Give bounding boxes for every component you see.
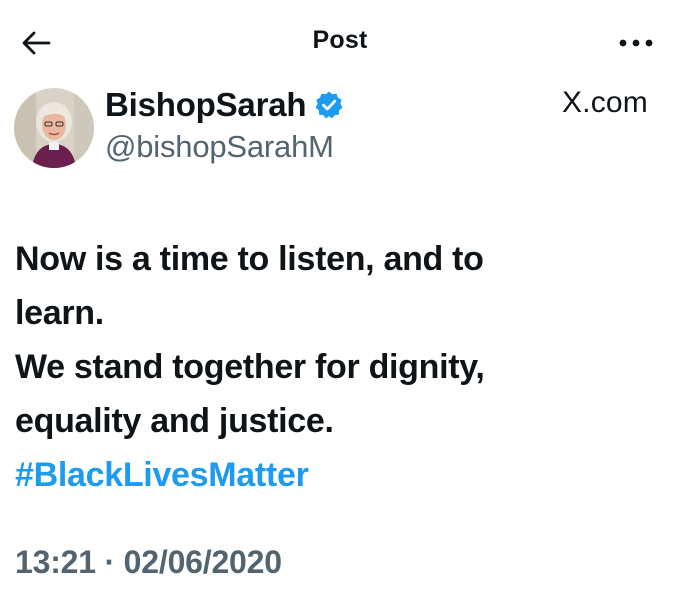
post-text: Now is a time to listen, and to learn. W… — [15, 232, 635, 502]
avatar[interactable] — [14, 88, 94, 168]
top-bar: Post — [0, 0, 680, 80]
author-handle[interactable]: @bishopSarahM — [105, 129, 334, 165]
post-text-line: We stand together for dignity, — [15, 348, 485, 386]
more-button[interactable] — [614, 25, 658, 61]
author-name-row: BishopSarah — [105, 83, 344, 127]
post-text-line: equality and justice. — [15, 402, 334, 440]
avatar-image — [14, 88, 94, 168]
verified-badge-icon[interactable] — [314, 90, 344, 120]
post-page: Post BishopSarah @bishopSarahM X.com Now… — [0, 0, 680, 610]
post-text-line: learn. — [15, 294, 104, 332]
hashtag-link[interactable]: #BlackLivesMatter — [15, 448, 635, 502]
page-title: Post — [312, 26, 368, 54]
post-timestamp[interactable]: 13:21 · 02/06/2020 — [15, 544, 282, 581]
post-text-line: Now is a time to listen, and to — [15, 240, 484, 278]
author-display-name[interactable]: BishopSarah — [105, 86, 307, 124]
source-label: X.com — [561, 86, 648, 119]
more-horizontal-icon — [619, 39, 653, 47]
